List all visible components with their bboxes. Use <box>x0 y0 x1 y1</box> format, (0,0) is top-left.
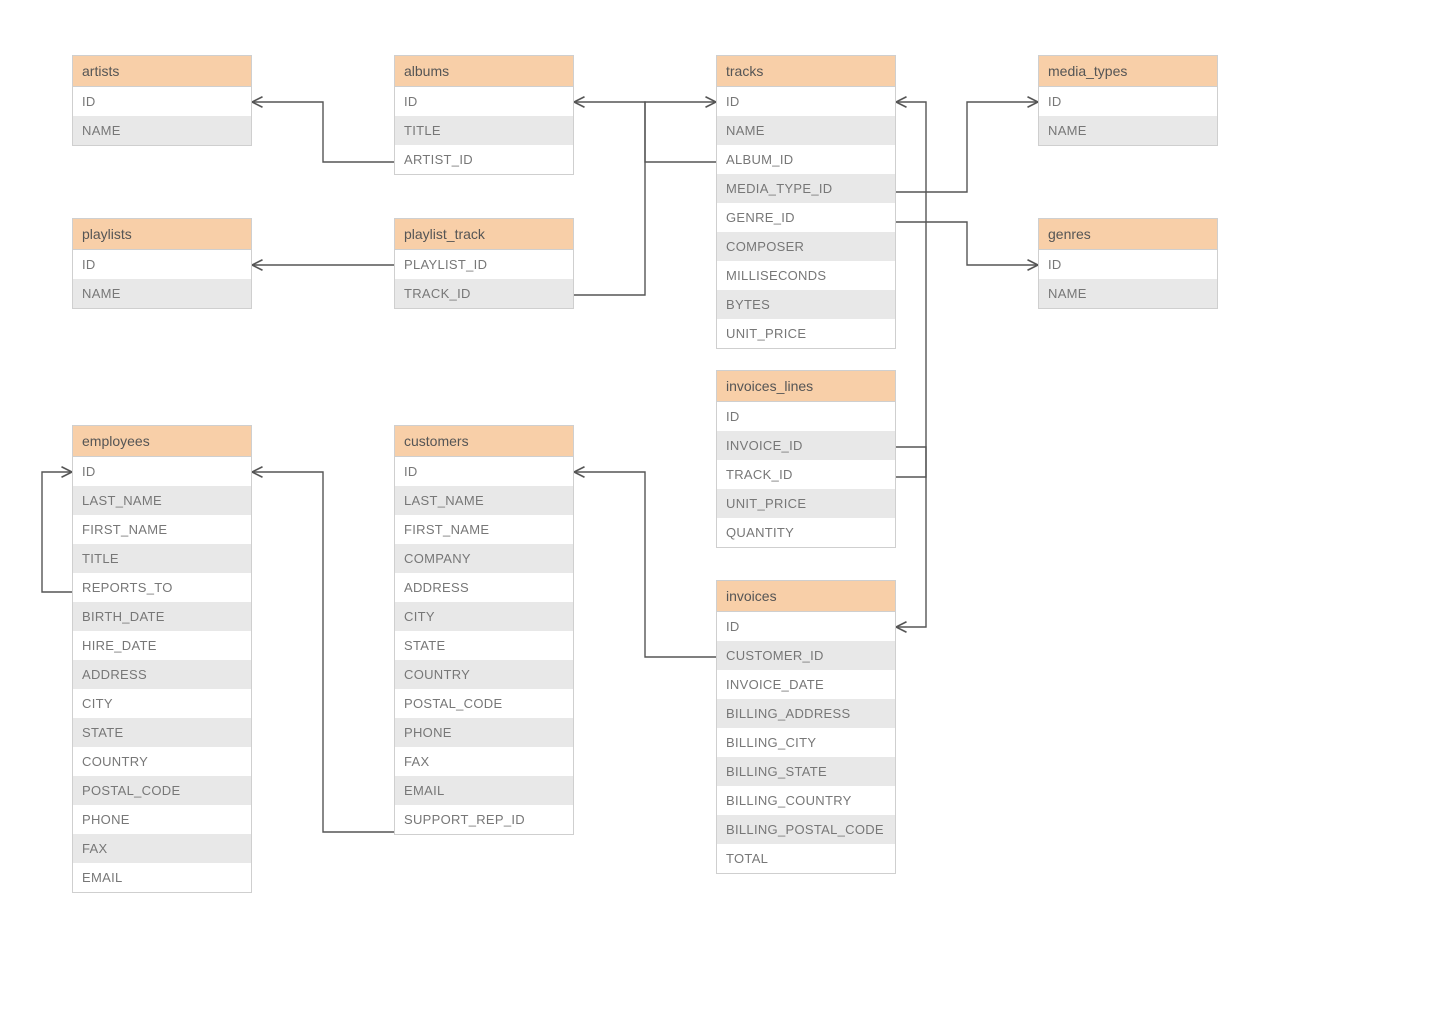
entity-employees: employeesIDLAST_NAMEFIRST_NAMETITLEREPOR… <box>72 425 252 893</box>
entity-column: FAX <box>395 747 573 776</box>
entity-header: playlist_track <box>395 219 573 250</box>
relationship-line <box>896 447 926 627</box>
entity-column: NAME <box>1039 116 1217 145</box>
entity-column: CITY <box>73 689 251 718</box>
entity-column: BYTES <box>717 290 895 319</box>
entity-header: tracks <box>717 56 895 87</box>
entity-column: COMPANY <box>395 544 573 573</box>
entity-column: MEDIA_TYPE_ID <box>717 174 895 203</box>
entity-column: INVOICE_DATE <box>717 670 895 699</box>
entity-column: SUPPORT_REP_ID <box>395 805 573 834</box>
entity-column: NAME <box>73 279 251 308</box>
entity-column: EMAIL <box>73 863 251 892</box>
entity-column: BILLING_POSTAL_CODE <box>717 815 895 844</box>
entity-column: LAST_NAME <box>73 486 251 515</box>
entity-column: ID <box>717 402 895 431</box>
relationship-line <box>896 102 926 477</box>
entity-column: INVOICE_ID <box>717 431 895 460</box>
entity-column: NAME <box>73 116 251 145</box>
entity-column: COUNTRY <box>395 660 573 689</box>
entity-column: CITY <box>395 602 573 631</box>
entity-column: BIRTH_DATE <box>73 602 251 631</box>
entity-column: ADDRESS <box>395 573 573 602</box>
entity-tracks: tracksIDNAMEALBUM_IDMEDIA_TYPE_IDGENRE_I… <box>716 55 896 349</box>
entity-column: PLAYLIST_ID <box>395 250 573 279</box>
entity-artists: artistsIDNAME <box>72 55 252 146</box>
entity-column: TRACK_ID <box>717 460 895 489</box>
entity-column: ID <box>1039 250 1217 279</box>
entity-column: COMPOSER <box>717 232 895 261</box>
entity-column: TITLE <box>395 116 573 145</box>
entity-genres: genresIDNAME <box>1038 218 1218 309</box>
entity-column: UNIT_PRICE <box>717 489 895 518</box>
entity-column: CUSTOMER_ID <box>717 641 895 670</box>
relationship-line <box>574 472 716 657</box>
entity-column: POSTAL_CODE <box>73 776 251 805</box>
entity-column: FIRST_NAME <box>395 515 573 544</box>
entity-playlists: playlistsIDNAME <box>72 218 252 309</box>
entity-column: ID <box>73 87 251 116</box>
relationship-line <box>42 472 72 592</box>
entity-column: MILLISECONDS <box>717 261 895 290</box>
entity-invoices_lines: invoices_linesIDINVOICE_IDTRACK_IDUNIT_P… <box>716 370 896 548</box>
entity-column: FIRST_NAME <box>73 515 251 544</box>
entity-column: TOTAL <box>717 844 895 873</box>
entity-column: TITLE <box>73 544 251 573</box>
entity-column: ID <box>73 457 251 486</box>
entity-column: ID <box>1039 87 1217 116</box>
relationship-line <box>896 102 1038 192</box>
entity-customers: customersIDLAST_NAMEFIRST_NAMECOMPANYADD… <box>394 425 574 835</box>
entity-column: PHONE <box>73 805 251 834</box>
entity-column: ARTIST_ID <box>395 145 573 174</box>
entity-column: REPORTS_TO <box>73 573 251 602</box>
relationship-line <box>896 222 1038 265</box>
entity-column: COUNTRY <box>73 747 251 776</box>
entity-column: ID <box>395 87 573 116</box>
entity-header: invoices_lines <box>717 371 895 402</box>
entity-column: LAST_NAME <box>395 486 573 515</box>
entity-header: albums <box>395 56 573 87</box>
entity-column: BILLING_CITY <box>717 728 895 757</box>
entity-column: ID <box>395 457 573 486</box>
entity-media_types: media_typesIDNAME <box>1038 55 1218 146</box>
entity-invoices: invoicesIDCUSTOMER_IDINVOICE_DATEBILLING… <box>716 580 896 874</box>
entity-column: ADDRESS <box>73 660 251 689</box>
entity-column: STATE <box>395 631 573 660</box>
entity-column: STATE <box>73 718 251 747</box>
entity-header: artists <box>73 56 251 87</box>
entity-header: customers <box>395 426 573 457</box>
entity-column: HIRE_DATE <box>73 631 251 660</box>
relationship-line <box>252 472 394 832</box>
entity-column: TRACK_ID <box>395 279 573 308</box>
entity-column: BILLING_COUNTRY <box>717 786 895 815</box>
entity-column: QUANTITY <box>717 518 895 547</box>
entity-column: PHONE <box>395 718 573 747</box>
entity-column: BILLING_ADDRESS <box>717 699 895 728</box>
entity-column: NAME <box>717 116 895 145</box>
entity-header: media_types <box>1039 56 1217 87</box>
entity-column: ID <box>73 250 251 279</box>
entity-column: FAX <box>73 834 251 863</box>
entity-column: UNIT_PRICE <box>717 319 895 348</box>
entity-column: ID <box>717 87 895 116</box>
entity-column: ALBUM_ID <box>717 145 895 174</box>
relationship-line <box>574 102 716 295</box>
entity-playlist_track: playlist_trackPLAYLIST_IDTRACK_ID <box>394 218 574 309</box>
entity-albums: albumsIDTITLEARTIST_ID <box>394 55 574 175</box>
relationship-line <box>574 102 716 162</box>
entity-header: genres <box>1039 219 1217 250</box>
entity-header: invoices <box>717 581 895 612</box>
entity-column: BILLING_STATE <box>717 757 895 786</box>
entity-column: NAME <box>1039 279 1217 308</box>
entity-header: employees <box>73 426 251 457</box>
entity-column: EMAIL <box>395 776 573 805</box>
entity-header: playlists <box>73 219 251 250</box>
entity-column: POSTAL_CODE <box>395 689 573 718</box>
relationship-line <box>252 102 394 162</box>
entity-column: GENRE_ID <box>717 203 895 232</box>
entity-column: ID <box>717 612 895 641</box>
